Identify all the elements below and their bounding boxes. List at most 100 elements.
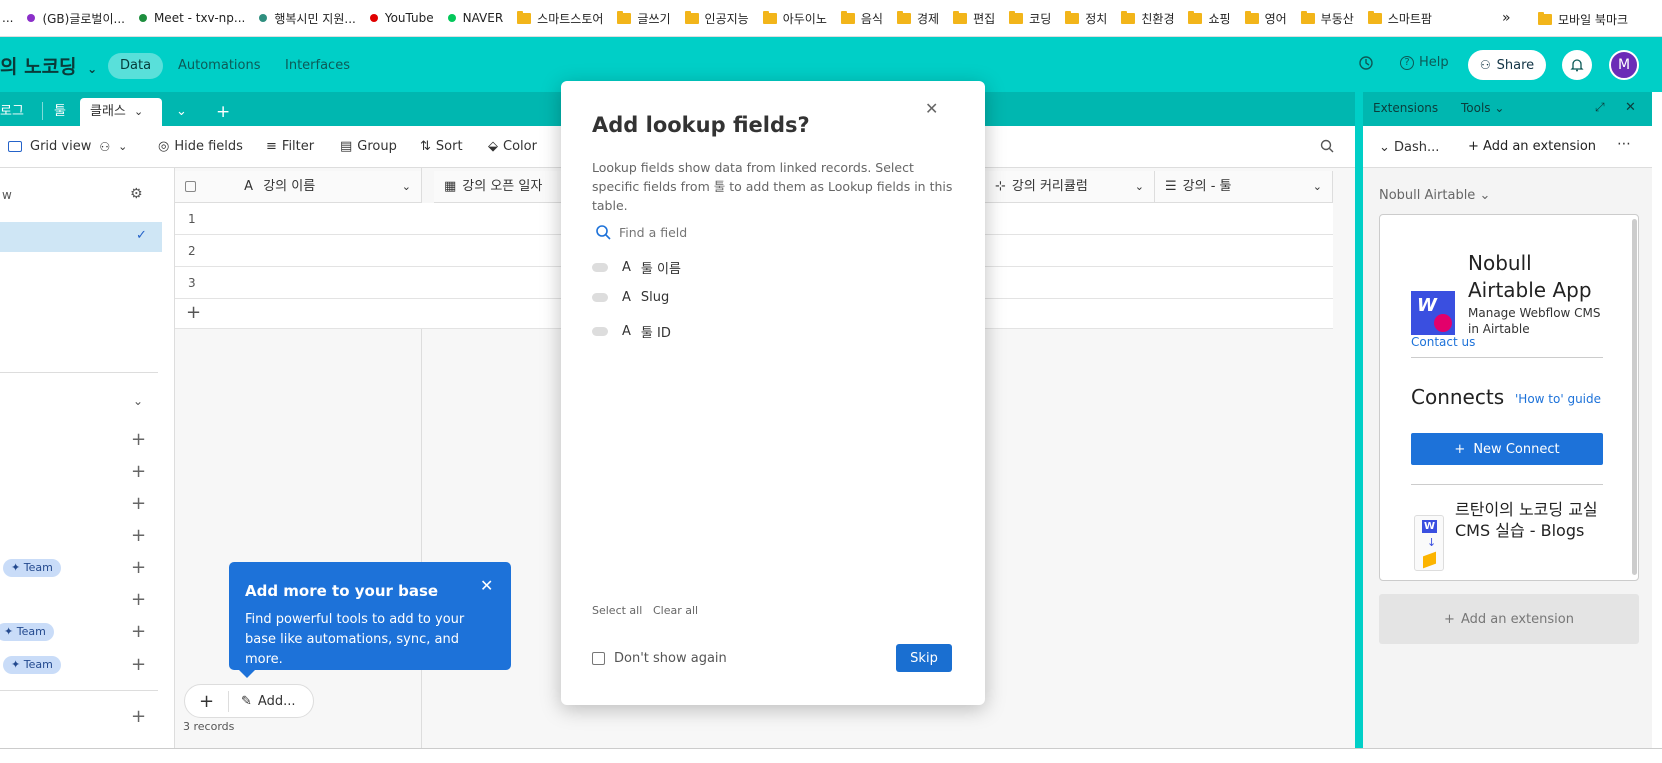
close-icon[interactable]: ✕ bbox=[480, 576, 493, 595]
bookmark-item[interactable]: 부동산 bbox=[1300, 10, 1354, 27]
dashboard-menu[interactable]: ⌄ Dash... bbox=[1379, 140, 1439, 155]
add-row-button[interactable]: + bbox=[186, 302, 201, 323]
hide-fields-button[interactable]: ◎ Hide fields bbox=[158, 139, 243, 154]
extension-card: W Nobull Airtable App Manage Webflow CMS… bbox=[1379, 214, 1639, 581]
search-icon[interactable] bbox=[1320, 139, 1334, 153]
bookmark-item[interactable]: 영어 bbox=[1244, 10, 1287, 27]
column-header-name[interactable]: A 강의 이름 ⌄ bbox=[175, 171, 422, 203]
grid-view-button[interactable]: Grid view ⚇ ⌄ bbox=[8, 139, 127, 154]
help-button[interactable]: ? Help bbox=[1400, 55, 1449, 70]
add-view-button[interactable]: + bbox=[131, 463, 146, 481]
add-view-button[interactable]: + bbox=[131, 656, 146, 674]
toggle-switch[interactable] bbox=[592, 263, 608, 272]
column-header-curriculum[interactable]: ⊹ 강의 커리큘럼 ⌄ bbox=[985, 171, 1155, 203]
add-view-button[interactable]: + bbox=[131, 431, 146, 449]
tab-extensions[interactable]: Extensions bbox=[1373, 101, 1438, 115]
more-icon[interactable]: ⋯ bbox=[1617, 136, 1631, 152]
toggle-switch[interactable] bbox=[592, 327, 608, 336]
tab-tools[interactable]: 툴 bbox=[54, 98, 66, 126]
search-input[interactable] bbox=[619, 224, 919, 240]
gear-icon[interactable]: ⚙ bbox=[130, 186, 143, 202]
new-connect-button[interactable]: + New Connect bbox=[1411, 433, 1603, 465]
add-extension-button[interactable]: + Add an extension bbox=[1379, 594, 1639, 644]
add-section-button[interactable]: + bbox=[131, 708, 146, 726]
tab-class[interactable]: 클래스 ⌄ bbox=[80, 98, 162, 126]
scrollbar[interactable] bbox=[1632, 219, 1637, 575]
bookmark-item[interactable]: (GB)글로벌이... bbox=[27, 10, 125, 27]
base-name-menu[interactable]: 의 노코딩 ⌄ bbox=[0, 52, 97, 79]
checkbox-icon[interactable] bbox=[185, 181, 196, 192]
avatar[interactable]: M bbox=[1609, 50, 1639, 80]
skip-button[interactable]: Skip bbox=[896, 644, 952, 672]
expand-icon[interactable]: ⤢ bbox=[1595, 100, 1605, 115]
add-view-button[interactable]: + bbox=[131, 527, 146, 545]
view-item-selected[interactable]: ✓ bbox=[0, 222, 162, 252]
bookmark-item[interactable]: 아두이노 bbox=[762, 10, 827, 27]
nav-interfaces[interactable]: Interfaces bbox=[273, 53, 362, 79]
select-all-link[interactable]: Select all bbox=[592, 604, 642, 617]
checkbox[interactable] bbox=[592, 652, 605, 665]
notifications-button[interactable] bbox=[1562, 50, 1592, 80]
add-extension-link[interactable]: + Add an extension bbox=[1468, 139, 1596, 154]
add-view-button[interactable]: + bbox=[131, 495, 146, 513]
contact-us-link[interactable]: Contact us bbox=[1411, 335, 1475, 349]
dialog-description: Lookup fields show data from linked reco… bbox=[592, 160, 953, 213]
bookmark-item[interactable]: 인공지능 bbox=[684, 10, 749, 27]
field-option[interactable]: A 툴 이름 bbox=[592, 258, 681, 277]
tables-more-button[interactable]: ⌄ bbox=[176, 98, 187, 126]
bookmark-item[interactable]: 정치 bbox=[1065, 10, 1107, 27]
chevron-down-icon: ⌄ bbox=[118, 140, 128, 153]
group-button[interactable]: ▤ Group bbox=[340, 139, 397, 154]
folder-icon bbox=[1538, 12, 1552, 25]
history-icon[interactable] bbox=[1358, 55, 1374, 71]
toggle-switch[interactable] bbox=[592, 293, 608, 302]
divider bbox=[1411, 357, 1603, 358]
share-button[interactable]: ⚇ Share bbox=[1468, 50, 1546, 80]
close-icon[interactable]: ✕ bbox=[1625, 100, 1636, 115]
bookmark-item[interactable]: 음식 bbox=[840, 10, 883, 27]
field-search[interactable] bbox=[592, 219, 952, 245]
bookmark-item[interactable]: NAVER bbox=[447, 11, 503, 25]
chevron-down-icon[interactable]: ⌄ bbox=[133, 394, 143, 408]
nav-data[interactable]: Data bbox=[108, 53, 164, 79]
add-view-button[interactable]: + bbox=[131, 591, 146, 609]
add-view-button[interactable]: + bbox=[131, 559, 146, 577]
close-icon[interactable]: ✕ bbox=[925, 99, 938, 118]
workspace-menu[interactable]: Nobull Airtable ⌄ bbox=[1379, 188, 1490, 203]
bookmarks-more-button[interactable]: » bbox=[1502, 10, 1511, 26]
column-header-open-date[interactable]: ▦ 강의 오픈 일자 bbox=[434, 171, 564, 203]
bookmark-item[interactable]: 행복시민 지원... bbox=[259, 10, 356, 27]
magic-wand-icon: ✎ bbox=[241, 693, 252, 709]
add-table-button[interactable]: + bbox=[216, 98, 230, 126]
filter-button[interactable]: ≡ Filter bbox=[266, 139, 314, 154]
bookmark-item[interactable]: 코딩 bbox=[1009, 10, 1051, 27]
field-option[interactable]: A 툴 ID bbox=[592, 322, 671, 341]
connect-item-title[interactable]: 르탄이의 노코딩 교실 CMS 실습 - Blogs bbox=[1455, 499, 1605, 541]
dont-show-again[interactable]: Don't show again bbox=[592, 651, 727, 666]
tab-log[interactable]: 로그 bbox=[0, 98, 24, 126]
clear-all-link[interactable]: Clear all bbox=[653, 604, 698, 617]
bookmark-item[interactable]: 편집 bbox=[953, 10, 995, 27]
field-option[interactable]: A Slug bbox=[592, 290, 669, 305]
bookmark-item[interactable]: 스마트팜 bbox=[1367, 10, 1432, 27]
color-button[interactable]: ⬙ Color bbox=[488, 139, 537, 154]
sort-button[interactable]: ⇅ Sort bbox=[420, 139, 463, 154]
bookmark-item[interactable]: Meet - txv-np... bbox=[138, 11, 245, 25]
howto-link[interactable]: 'How to' guide bbox=[1515, 392, 1601, 406]
column-header-class-tool[interactable]: ☰ 강의 - 툴 ⌄ bbox=[1155, 171, 1333, 203]
add-record-pill[interactable]: + ✎ Add... bbox=[184, 684, 314, 718]
add-view-button[interactable]: + bbox=[131, 623, 146, 641]
text-field-icon: A bbox=[244, 179, 254, 194]
bookmark-item[interactable]: YouTube bbox=[369, 11, 434, 25]
bookmark-item[interactable]: 쇼핑 bbox=[1188, 10, 1231, 27]
bookmark-item[interactable]: 스마트스토어 bbox=[517, 10, 603, 27]
bookmark-mobile[interactable]: 모바일 북마크 bbox=[1538, 11, 1628, 28]
paint-icon: ⬙ bbox=[488, 139, 498, 154]
plus-icon[interactable]: + bbox=[185, 690, 229, 712]
nav-automations[interactable]: Automations bbox=[166, 53, 273, 79]
bookmark-item[interactable]: ... bbox=[2, 11, 13, 25]
bookmark-item[interactable]: 경제 bbox=[896, 10, 939, 27]
bookmark-item[interactable]: 글쓰기 bbox=[617, 10, 671, 27]
bookmark-item[interactable]: 친환경 bbox=[1121, 10, 1174, 27]
tab-tools-menu[interactable]: Tools ⌄ bbox=[1461, 101, 1504, 115]
